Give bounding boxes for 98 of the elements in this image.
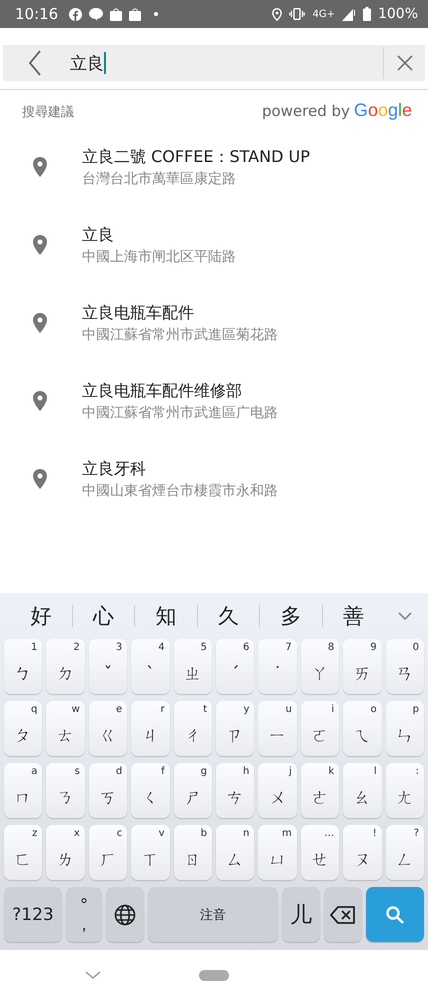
key[interactable]: u ㄧ bbox=[258, 701, 297, 756]
suggestion-item[interactable]: 立良电瓶车配件 中國江蘇省常州市武進區菊花路 bbox=[0, 284, 428, 362]
key[interactable]: x ㄌ bbox=[46, 825, 85, 880]
symbols-key[interactable]: ?123 bbox=[4, 887, 62, 942]
suggestion-item[interactable]: 立良二號 COFFEE：STAND UP 台灣台北市萬華區康定路 bbox=[0, 128, 428, 206]
google-logo: Google bbox=[354, 100, 412, 121]
key[interactable]: a ㄇ bbox=[4, 763, 42, 818]
backspace-icon bbox=[330, 906, 356, 924]
place-address: 中國江蘇省常州市武進區菊花路 bbox=[82, 326, 278, 344]
place-address: 中國上海市闸北区平陆路 bbox=[82, 248, 236, 266]
network-label: 4G+ bbox=[312, 8, 335, 20]
key[interactable]: z ㄈ bbox=[4, 825, 42, 880]
location-pin-icon bbox=[33, 391, 47, 411]
battery-percent: 100% bbox=[378, 6, 418, 22]
key[interactable]: j ㄨ bbox=[258, 763, 297, 818]
signal-icon bbox=[342, 8, 356, 20]
search-query: 立良 bbox=[70, 52, 104, 74]
key[interactable]: 6 ˊ bbox=[216, 639, 254, 694]
powered-by-label: powered by bbox=[262, 102, 350, 120]
key[interactable]: ! ㄡ bbox=[343, 825, 382, 880]
candidate-word[interactable]: 心 bbox=[72, 602, 134, 630]
key[interactable]: 7 ˙ bbox=[258, 639, 297, 694]
location-pin-icon bbox=[33, 235, 47, 255]
clock: 10:16 bbox=[15, 5, 58, 23]
suggestion-item[interactable]: 立良 中國上海市闸北区平陆路 bbox=[0, 206, 428, 284]
globe-key[interactable] bbox=[106, 887, 144, 942]
place-name: 立良电瓶车配件维修部 bbox=[82, 380, 243, 402]
search-field[interactable]: 立良 bbox=[3, 45, 425, 81]
candidate-word[interactable]: 知 bbox=[135, 602, 196, 630]
key[interactable]: 8 ㄚ bbox=[300, 639, 340, 694]
key[interactable]: h ㄘ bbox=[216, 763, 254, 818]
location-pin-icon bbox=[33, 157, 47, 177]
candidate-word[interactable]: 善 bbox=[322, 602, 384, 630]
key[interactable]: t ㄔ bbox=[174, 701, 212, 756]
place-address: 台灣台北市萬華區康定路 bbox=[82, 170, 237, 188]
key[interactable]: q ㄆ bbox=[4, 701, 42, 756]
vibrate-icon bbox=[289, 8, 306, 20]
key[interactable]: : ㄤ bbox=[386, 763, 424, 818]
facebook-icon bbox=[69, 8, 82, 20]
candidate-word[interactable]: 多 bbox=[260, 602, 322, 630]
close-button[interactable] bbox=[397, 55, 413, 71]
shopping-bag-icon bbox=[129, 8, 142, 20]
key[interactable]: d ㄎ bbox=[88, 763, 128, 818]
key[interactable]: 3 ˇ bbox=[88, 639, 128, 694]
key[interactable]: 2 ㄉ bbox=[46, 639, 85, 694]
key[interactable]: 儿 bbox=[282, 887, 320, 942]
key[interactable]: 0 ㄢ bbox=[386, 639, 424, 694]
suggestion-item[interactable]: 立良电瓶车配件维修部 中國江蘇省常州市武進區广电路 bbox=[0, 362, 428, 440]
place-address: 中國江蘇省常州市武進區广电路 bbox=[82, 404, 278, 422]
chevron-left-icon bbox=[28, 50, 42, 76]
place-name: 立良电瓶车配件 bbox=[82, 302, 195, 324]
key[interactable]: r ㄐ bbox=[131, 701, 170, 756]
close-icon bbox=[397, 55, 413, 71]
key[interactable]: 4 ˋ bbox=[131, 639, 170, 694]
place-name: 立良牙科 bbox=[82, 458, 147, 480]
chevron-down-icon[interactable] bbox=[398, 612, 412, 620]
punctuation-key[interactable]: ° ， bbox=[66, 887, 102, 942]
key[interactable]: c ㄏ bbox=[88, 825, 128, 880]
key[interactable]: n ㄙ bbox=[216, 825, 254, 880]
chevron-down-icon[interactable] bbox=[85, 971, 101, 979]
candidate-word[interactable]: 久 bbox=[198, 602, 259, 630]
key[interactable]: 1 ㄅ bbox=[4, 639, 42, 694]
key[interactable]: … ㄝ bbox=[300, 825, 340, 880]
key[interactable]: 9 ㄞ bbox=[343, 639, 382, 694]
location-pin-icon bbox=[272, 8, 282, 20]
key[interactable]: e ㄍ bbox=[88, 701, 128, 756]
key[interactable]: s ㄋ bbox=[46, 763, 85, 818]
key[interactable]: w ㄊ bbox=[46, 701, 85, 756]
place-address: 中國山東省煙台市棲霞市永和路 bbox=[82, 482, 278, 500]
key[interactable]: m ㄩ bbox=[258, 825, 297, 880]
key[interactable]: v ㄒ bbox=[131, 825, 170, 880]
backspace-key[interactable] bbox=[324, 887, 362, 942]
key[interactable]: l ㄠ bbox=[343, 763, 382, 818]
place-name: 立良二號 COFFEE：STAND UP bbox=[82, 146, 310, 168]
key[interactable]: k ㄜ bbox=[300, 763, 340, 818]
home-handle[interactable] bbox=[199, 970, 229, 980]
key[interactable]: f ㄑ bbox=[131, 763, 170, 818]
key[interactable]: ? ㄥ bbox=[386, 825, 424, 880]
suggestion-item[interactable]: 立良牙科 中國山東省煙台市棲霞市永和路 bbox=[0, 440, 428, 518]
key[interactable]: o ㄟ bbox=[343, 701, 382, 756]
battery-icon bbox=[362, 7, 371, 21]
space-key[interactable]: 注音 bbox=[148, 887, 278, 942]
section-label: 搜尋建議 bbox=[22, 104, 74, 121]
candidate-word[interactable]: 好 bbox=[10, 602, 72, 630]
key[interactable]: y ㄗ bbox=[216, 701, 254, 756]
shopping-bag-icon bbox=[110, 8, 122, 20]
place-name: 立良 bbox=[82, 224, 115, 246]
location-pin-icon bbox=[33, 313, 47, 333]
chat-bubble-icon bbox=[89, 8, 104, 20]
key[interactable]: 5 ㄓ bbox=[174, 639, 212, 694]
location-pin-icon bbox=[33, 469, 47, 489]
dot-icon bbox=[154, 12, 158, 16]
key[interactable]: b ㄖ bbox=[174, 825, 212, 880]
key[interactable]: i ㄛ bbox=[300, 701, 340, 756]
search-icon bbox=[385, 904, 405, 924]
key[interactable]: g ㄕ bbox=[174, 763, 212, 818]
globe-icon bbox=[114, 904, 136, 926]
key[interactable]: p ㄣ bbox=[386, 701, 424, 756]
